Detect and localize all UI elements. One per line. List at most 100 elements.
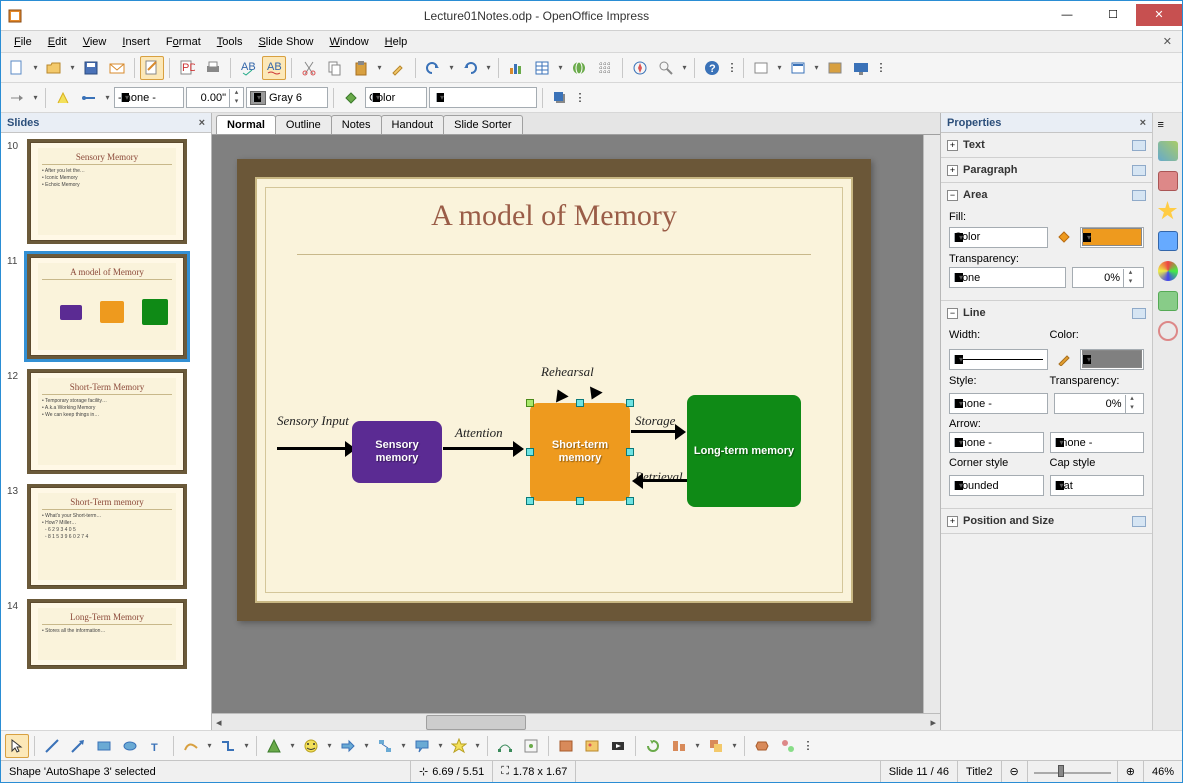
- email-button[interactable]: [105, 56, 129, 80]
- slide-canvas-area[interactable]: A model of Memory Sensory Input Attentio…: [212, 135, 923, 713]
- box-short-term-memory[interactable]: Short-term memory: [530, 403, 630, 501]
- slide-thumbnail-13[interactable]: 13 Short-Term memory• What's your Short-…: [7, 484, 205, 589]
- area-transparency-spin[interactable]: ▴▾: [1072, 267, 1144, 288]
- slides-list[interactable]: 10 Sensory Memory• After you let the…• I…: [1, 133, 211, 730]
- more-options-icon[interactable]: [1132, 308, 1146, 319]
- line-transparency-spin[interactable]: ▴▾: [1054, 393, 1145, 414]
- menu-window[interactable]: Window: [323, 34, 376, 50]
- area-type-combo[interactable]: Color▾: [365, 87, 427, 108]
- properties-icon[interactable]: [1158, 141, 1178, 161]
- slide-thumbnail-12[interactable]: 12 Short-Term Memory• Temporary storage …: [7, 369, 205, 474]
- gallery-icon[interactable]: [1158, 291, 1178, 311]
- chart-button[interactable]: [504, 56, 528, 80]
- box-sensory-memory[interactable]: Sensory memory: [352, 421, 442, 483]
- text-tool-button[interactable]: T: [144, 734, 168, 758]
- tab-notes[interactable]: Notes: [331, 115, 382, 134]
- selection-handle[interactable]: [626, 448, 634, 456]
- open-dropdown[interactable]: ▾: [68, 56, 77, 80]
- gluepoints-button[interactable]: [519, 734, 543, 758]
- interaction-button[interactable]: [776, 734, 800, 758]
- connector-tool-button[interactable]: [216, 734, 240, 758]
- tab-normal[interactable]: Normal: [216, 115, 276, 134]
- zoom-dropdown[interactable]: ▾: [680, 56, 689, 80]
- animation-icon[interactable]: [1158, 201, 1178, 221]
- selection-handle[interactable]: [526, 497, 534, 505]
- maximize-button[interactable]: ☐: [1090, 4, 1136, 26]
- slides-pane-close-icon[interactable]: ×: [199, 117, 205, 129]
- slide-new-dropdown[interactable]: ▾: [775, 56, 784, 80]
- line-ends-dropdown[interactable]: ▾: [103, 86, 112, 110]
- vertical-scrollbar[interactable]: [923, 135, 940, 713]
- toolbar-more-button[interactable]: ⋮: [875, 56, 887, 80]
- zoom-out-button[interactable]: ⊖: [1002, 761, 1028, 782]
- hyperlink-button[interactable]: [567, 56, 591, 80]
- sidebar-menu-icon[interactable]: ≡: [1158, 119, 1178, 131]
- slideshow-button[interactable]: [849, 56, 873, 80]
- section-area[interactable]: −Area: [941, 183, 1152, 207]
- paste-button[interactable]: [349, 56, 373, 80]
- copy-button[interactable]: [323, 56, 347, 80]
- media-button[interactable]: [606, 734, 630, 758]
- undo-button[interactable]: [421, 56, 445, 80]
- selection-handle[interactable]: [576, 399, 584, 407]
- menu-file[interactable]: File: [7, 34, 39, 50]
- styles-icon[interactable]: [1158, 261, 1178, 281]
- arrow-end-combo[interactable]: - none -▾: [1050, 432, 1145, 453]
- paste-dropdown[interactable]: ▾: [375, 56, 384, 80]
- line-style-combo[interactable]: - none -▾: [949, 393, 1048, 414]
- autospell-button[interactable]: ABC: [262, 56, 286, 80]
- drawing-more-button[interactable]: ⋮: [802, 734, 814, 758]
- ellipse-tool-button[interactable]: [118, 734, 142, 758]
- slide-layout-button[interactable]: [786, 56, 810, 80]
- rotate-button[interactable]: [641, 734, 665, 758]
- slide-thumbnail-14[interactable]: 14 Long-Term Memory• Stores all the info…: [7, 599, 205, 669]
- basic-shapes-button[interactable]: [262, 734, 286, 758]
- cap-style-combo[interactable]: Flat▾: [1050, 475, 1145, 496]
- selection-handle[interactable]: [526, 399, 534, 407]
- format-paintbrush-button[interactable]: [386, 56, 410, 80]
- rectangle-tool-button[interactable]: [92, 734, 116, 758]
- line-style-combo[interactable]: - none -▾: [114, 87, 184, 108]
- arrow-start-combo[interactable]: - none -▾: [949, 432, 1044, 453]
- fontwork-button[interactable]: [554, 734, 578, 758]
- menu-tools[interactable]: Tools: [210, 34, 250, 50]
- help-button[interactable]: ?: [700, 56, 724, 80]
- fill-color-combo[interactable]: ▾: [1080, 227, 1144, 248]
- arrange-button[interactable]: [704, 734, 728, 758]
- fill-type-combo[interactable]: Color▾: [949, 227, 1048, 248]
- block-arrows-button[interactable]: [336, 734, 360, 758]
- tab-outline[interactable]: Outline: [275, 115, 332, 134]
- minimize-button[interactable]: —: [1044, 4, 1090, 26]
- zoom-in-button[interactable]: ⊕: [1118, 761, 1144, 782]
- line-color-combo[interactable]: ▾: [1080, 349, 1144, 370]
- tab-handout[interactable]: Handout: [381, 115, 445, 134]
- line-width-spin[interactable]: ▴▾: [186, 87, 244, 108]
- more-options-icon[interactable]: [1132, 165, 1146, 176]
- slide-layout-dropdown[interactable]: ▾: [812, 56, 821, 80]
- cut-button[interactable]: [297, 56, 321, 80]
- redo-dropdown[interactable]: ▾: [484, 56, 493, 80]
- tab-sorter[interactable]: Slide Sorter: [443, 115, 522, 134]
- line-highlight-button[interactable]: [51, 86, 75, 110]
- stars-button[interactable]: [447, 734, 471, 758]
- curve-tool-button[interactable]: [179, 734, 203, 758]
- slide-design-button[interactable]: [823, 56, 847, 80]
- zoom-button[interactable]: [654, 56, 678, 80]
- shadow-button[interactable]: [548, 86, 572, 110]
- selection-handle[interactable]: [626, 399, 634, 407]
- navigator-icon[interactable]: [1158, 321, 1178, 341]
- points-button[interactable]: [493, 734, 517, 758]
- area-color-combo[interactable]: ▾: [429, 87, 537, 108]
- slide-thumbnail-11[interactable]: 11 A model of Memory: [7, 254, 205, 359]
- close-document-button[interactable]: ✕: [1159, 35, 1176, 48]
- table-button[interactable]: [530, 56, 554, 80]
- line-color-combo[interactable]: Gray 6▾: [246, 87, 328, 108]
- fill-bucket-icon[interactable]: [1054, 225, 1074, 249]
- arrow-style-dropdown[interactable]: ▾: [31, 86, 40, 110]
- selection-handle[interactable]: [576, 497, 584, 505]
- line-width-combo[interactable]: ▾: [949, 349, 1048, 370]
- menu-format[interactable]: Format: [159, 34, 208, 50]
- align-button[interactable]: [667, 734, 691, 758]
- line-ends-button[interactable]: [77, 86, 101, 110]
- select-tool-button[interactable]: [5, 734, 29, 758]
